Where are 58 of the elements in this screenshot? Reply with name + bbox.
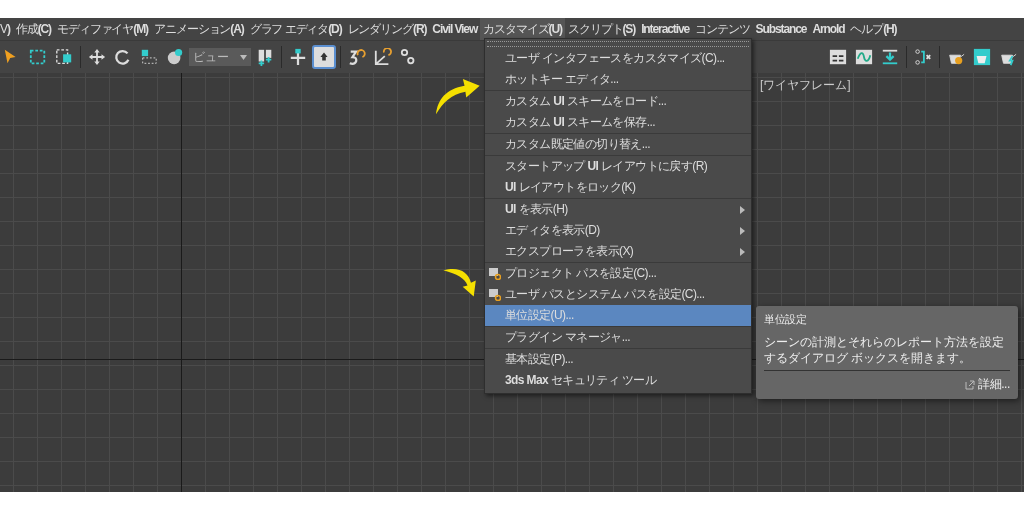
folder-path-icon <box>489 267 501 280</box>
move-icon <box>88 48 106 66</box>
menu-entry[interactable]: ユーザ パスとシステム パスを設定(C)... <box>485 284 751 305</box>
menu-entry[interactable]: スタートアップ UI レイアウトに戻す(R) <box>485 156 751 177</box>
sphere-icon <box>166 48 184 66</box>
menu-entry[interactable]: 3ds Max セキュリティ ツール <box>485 370 751 391</box>
download-icon <box>881 48 899 66</box>
menu-item[interactable]: コンテンツ <box>692 18 753 40</box>
menu-grip[interactable] <box>487 41 749 47</box>
menu-entry[interactable]: ホットキー エディタ... <box>485 69 751 90</box>
menu-item[interactable]: Civil View <box>429 18 481 40</box>
pivot-icon <box>289 48 307 66</box>
menu-entry[interactable]: プロジェクト パスを設定(C)... <box>485 263 751 284</box>
submenu-arrow-icon <box>740 205 745 214</box>
region-select-icon <box>55 48 73 66</box>
view-dropdown[interactable]: ビュー <box>189 48 251 66</box>
menu-item[interactable]: カスタマイズ(U) <box>480 18 565 40</box>
menu-item[interactable]: Substance <box>752 18 810 40</box>
rotate-icon <box>114 48 132 66</box>
placement-icon <box>256 48 274 66</box>
submenu-arrow-icon <box>740 247 745 256</box>
schematic-icon <box>914 48 932 66</box>
toolbar-button[interactable] <box>312 45 336 69</box>
menu-item[interactable]: モディファイヤ(M) <box>54 18 151 40</box>
curve-editor-icon <box>855 48 873 66</box>
menu-item[interactable]: V) <box>0 18 13 40</box>
menu-item[interactable]: Arnold <box>809 18 848 40</box>
teapot-window-icon <box>973 48 991 66</box>
menu-item[interactable]: グラフ エディタ(D) <box>246 18 345 40</box>
menu-entry[interactable]: UI レイアウトをロック(K) <box>485 177 751 198</box>
menu-item[interactable]: レンダリング(R) <box>344 18 430 40</box>
tooltip-description: シーンの計測とそれらのレポート方法を設定するダイアログ ボックスを開きます。 <box>764 334 1010 372</box>
viewport-label: [ワイヤフレーム] <box>760 77 851 94</box>
scale-icon <box>140 48 158 66</box>
menu-entry[interactable]: UI を表示(H) <box>485 199 751 220</box>
menu-entry[interactable]: エクスプローラを表示(X) <box>485 241 751 262</box>
dropdown-caret-icon <box>240 54 247 60</box>
menu-item[interactable]: Interactive <box>638 18 693 40</box>
menu-item[interactable]: ヘルプ(H) <box>847 18 900 40</box>
external-link-icon <box>965 379 975 390</box>
dashed-rectangle-icon <box>29 48 47 66</box>
menu-entry[interactable]: プラグイン マネージャ... <box>485 327 751 348</box>
angle-snap-icon <box>374 48 392 66</box>
snap-icon <box>348 48 366 66</box>
menu-entry[interactable]: カスタム UI スキームをロード... <box>485 91 751 112</box>
menu-entry[interactable]: ユーザ インタフェースをカスタマイズ(C)... <box>485 48 751 69</box>
folder-path-icon <box>489 288 501 301</box>
menu-entry[interactable]: 基本設定(P)... <box>485 349 751 370</box>
menu-item[interactable]: スクリプト(S) <box>564 18 639 40</box>
menu-item[interactable]: 作成(C) <box>12 18 54 40</box>
menu-item[interactable]: アニメーション(A) <box>151 18 247 40</box>
tooltip-title: 単位設定 <box>764 312 808 327</box>
details-link[interactable]: 詳細... <box>978 376 1010 394</box>
menu-entry[interactable]: カスタム既定値の切り替え... <box>485 134 751 155</box>
menu-entry[interactable]: カスタム UI スキームを保存... <box>485 112 751 133</box>
layout-icon <box>829 48 847 66</box>
menu-entry[interactable]: エディタを表示(D) <box>485 220 751 241</box>
submenu-arrow-icon <box>740 226 745 235</box>
